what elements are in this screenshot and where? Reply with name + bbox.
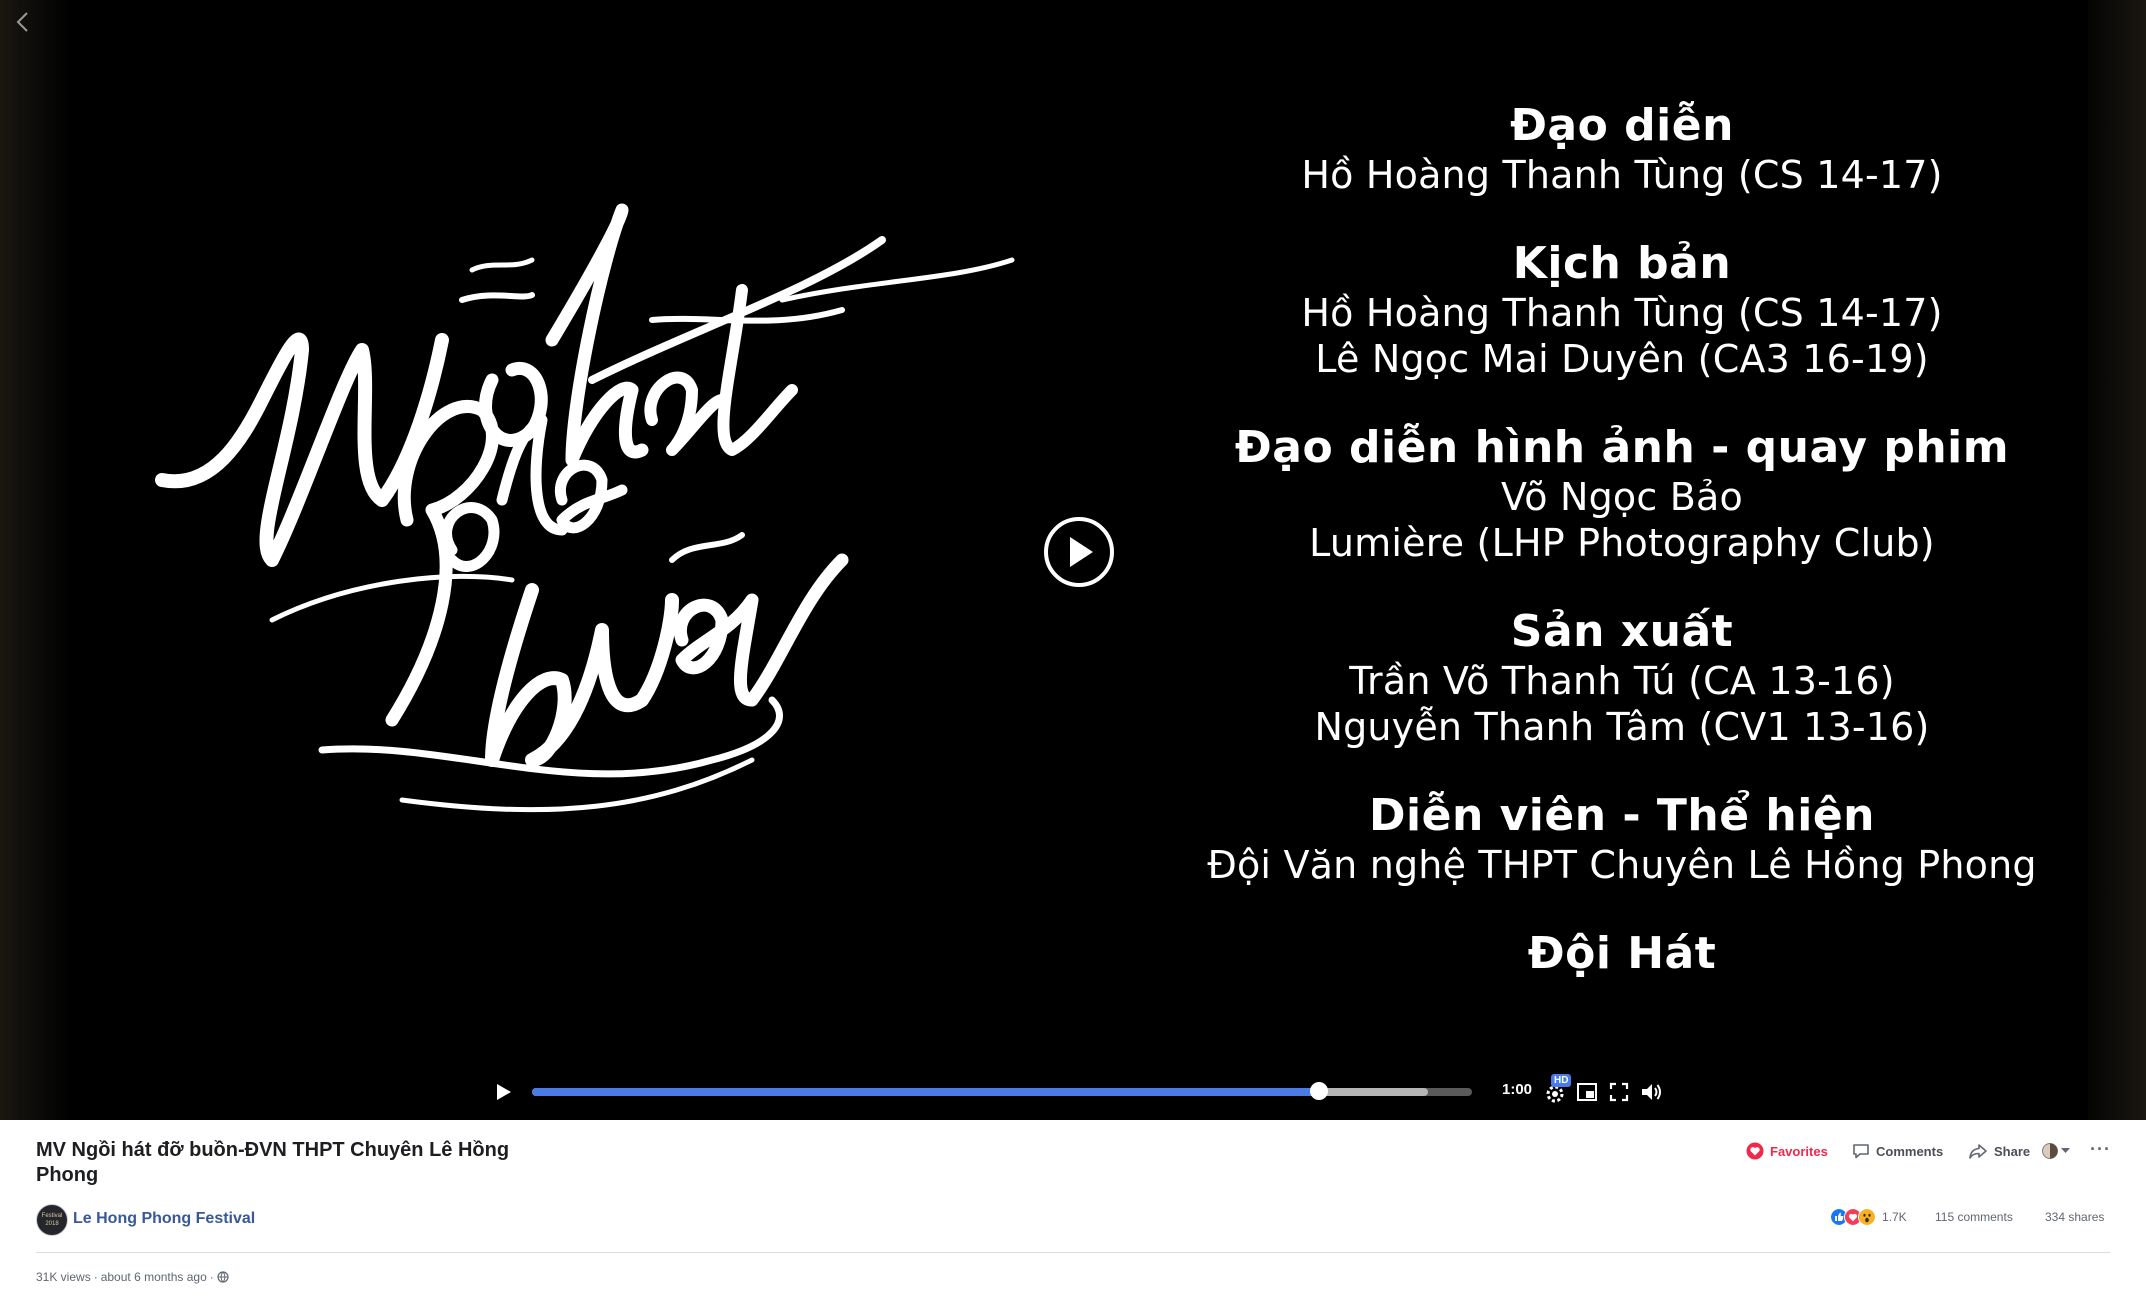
globe-icon — [217, 1271, 229, 1283]
play-icon — [1070, 537, 1093, 567]
post-time[interactable]: about 6 months ago — [101, 1270, 207, 1284]
credit-role: Đạo diễn hình ảnh - quay phim — [1234, 422, 2010, 473]
credit-name: Hồ Hoàng Thanh Tùng (CS 14-17) — [1301, 153, 1943, 197]
credit-block: Diễn viên - Thể hiện Đội Văn nghệ THPT Ch… — [1172, 790, 2072, 888]
fullscreen-icon[interactable] — [1608, 1081, 1630, 1103]
reaction-count: 1.7K — [1882, 1210, 1907, 1224]
credit-role: Đạo diễn — [1510, 100, 1734, 151]
credit-name: Võ Ngọc Bảo — [1501, 475, 1743, 519]
pip-icon[interactable] — [1576, 1081, 1598, 1103]
comments-button[interactable]: Comments — [1852, 1142, 1943, 1160]
avatar[interactable]: Festival 2018 — [36, 1204, 68, 1236]
time-display: 1:00 — [1502, 1081, 1533, 1098]
more-options-button[interactable]: ··· — [2090, 1140, 2111, 1158]
share-button[interactable]: Share — [1968, 1142, 2030, 1160]
page-name-link[interactable]: Le Hong Phong Festival — [73, 1210, 255, 1228]
meta-separator: · — [93, 1270, 98, 1284]
share-label: Share — [1994, 1143, 2031, 1159]
video-player[interactable]: Đạo diễn Hồ Hoàng Thanh Tùng (CS 14-17) Kị… — [0, 0, 2146, 1120]
back-arrow-icon[interactable] — [10, 8, 36, 38]
credit-name: Trần Võ Thanh Tú (CA 13-16) — [1349, 659, 1895, 703]
credit-block: Đội Hát — [1172, 928, 2072, 980]
credit-name: Đội Văn nghệ THPT Chuyên Lê Hồng Phong — [1207, 843, 2037, 887]
big-play-button[interactable] — [1044, 517, 1114, 587]
meta-separator: · — [209, 1270, 214, 1284]
play-icon[interactable] — [492, 1081, 514, 1103]
comment-icon — [1853, 1144, 1869, 1159]
video-meta: 31K views · about 6 months ago · — [36, 1270, 229, 1284]
share-count-link[interactable]: 334 shares — [2045, 1210, 2104, 1224]
wow-reaction-icon — [1858, 1208, 1876, 1226]
credit-block: Đạo diễn Hồ Hoàng Thanh Tùng (CS 14-17) — [1172, 100, 2072, 198]
audience-selector[interactable] — [2042, 1143, 2070, 1159]
credit-name: Lê Ngọc Mai Duyên (CA3 16-19) — [1315, 337, 1929, 381]
comments-label: Comments — [1876, 1143, 1944, 1159]
chevron-down-icon — [2061, 1148, 2070, 1153]
credit-role: Sản xuất — [1510, 606, 1734, 657]
played-bar — [532, 1088, 1319, 1096]
favorites-label: Favorites — [1770, 1143, 1828, 1159]
credits-list: Đạo diễn Hồ Hoàng Thanh Tùng (CS 14-17) Kị… — [1172, 100, 2072, 1016]
divider — [36, 1252, 2110, 1253]
credit-role: Diễn viên - Thể hiện — [1369, 790, 1875, 841]
player-controls: 1:00 HD — [0, 1070, 2146, 1120]
share-arrow-icon — [1969, 1144, 1987, 1159]
reaction-summary[interactable]: 1.7K — [1830, 1208, 1907, 1226]
scrubber-handle[interactable] — [1309, 1082, 1328, 1100]
credit-name: Lumière (LHP Photography Club) — [1309, 521, 1935, 565]
hd-badge: HD — [1551, 1074, 1572, 1087]
video-title: MV Ngồi hát đỡ buồn-ĐVN THPT Chuyên Lê H… — [36, 1139, 510, 1186]
heart-icon — [1746, 1142, 1764, 1160]
credit-role: Đội Hát — [1527, 928, 1717, 979]
credit-block: Sản xuất Trần Võ Thanh Tú (CA 13-16) Nguyễ… — [1172, 606, 2072, 750]
progress-bar[interactable] — [532, 1082, 1472, 1100]
credit-name: Hồ Hoàng Thanh Tùng (CS 14-17) — [1301, 291, 1943, 335]
volume-icon[interactable] — [1640, 1080, 1664, 1104]
comment-count-link[interactable]: 115 comments — [1935, 1210, 2013, 1224]
credit-role: Kịch bản — [1512, 238, 1732, 289]
view-count: 31K views — [36, 1270, 91, 1284]
credit-block: Đạo diễn hình ảnh - quay phim Võ Ngọc Bảo… — [1172, 422, 2072, 566]
favorites-button[interactable]: Favorites — [1746, 1142, 1828, 1160]
credit-block: Kịch bản Hồ Hoàng Thanh Tùng (CS 14-17) Lê… — [1172, 238, 2072, 382]
credit-name: Nguyễn Thanh Tâm (CV1 13-16) — [1314, 705, 1930, 749]
profile-avatar-icon — [2042, 1143, 2058, 1159]
script-title-art — [155, 203, 1015, 813]
